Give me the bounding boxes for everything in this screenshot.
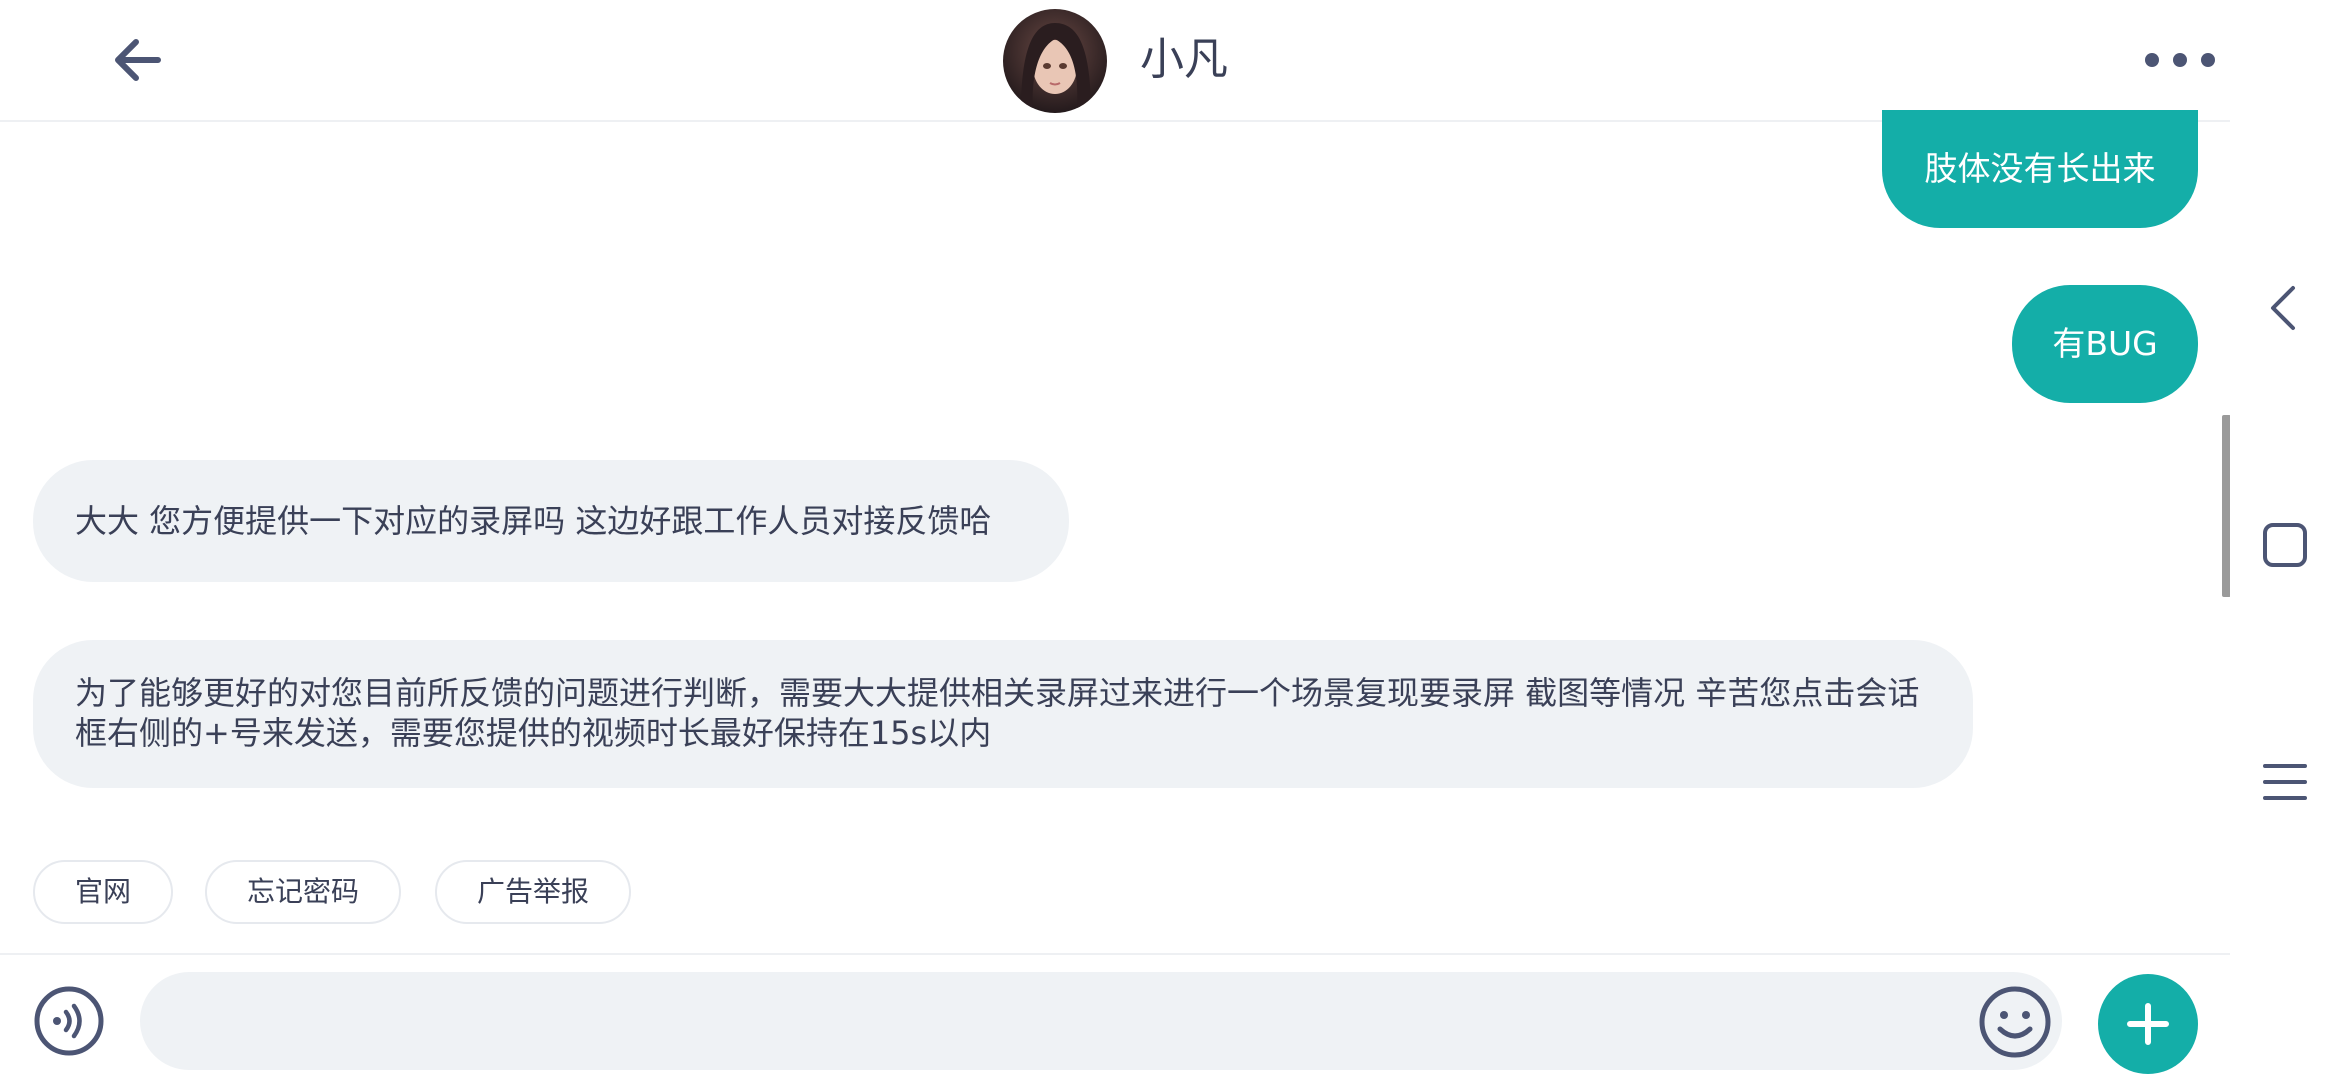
- outgoing-message[interactable]: 肢体没有长出来: [1882, 110, 2198, 228]
- message-text: 大大 您方便提供一下对应的录屏吗 这边好跟工作人员对接反馈哈: [75, 502, 992, 540]
- message-text: 为了能够更好的对您目前所反馈的问题进行判断，需要大大提供相关录屏过来进行一个场景…: [75, 674, 1920, 752]
- system-nav-bar: [2230, 0, 2340, 1080]
- chat-header: 小凡: [0, 0, 2230, 122]
- emoji-icon: [1979, 986, 2051, 1058]
- emoji-button[interactable]: [1978, 985, 2052, 1059]
- incoming-message[interactable]: 为了能够更好的对您目前所反馈的问题进行判断，需要大大提供相关录屏过来进行一个场景…: [33, 640, 1973, 788]
- input-bar: [0, 953, 2230, 1082]
- system-back-button[interactable]: [2255, 278, 2315, 338]
- system-recents-button[interactable]: [2255, 752, 2315, 812]
- chat-app: 小凡 肢体没有长出来 有BUG 大大 您方便提供一下对应的录屏吗 这边好跟工作人…: [0, 0, 2231, 1082]
- incoming-message[interactable]: 大大 您方便提供一下对应的录屏吗 这边好跟工作人员对接反馈哈: [33, 460, 1069, 582]
- message-text: 肢体没有长出来: [1924, 149, 2156, 188]
- quick-reply-chip[interactable]: 官网: [33, 860, 173, 924]
- back-button[interactable]: [108, 30, 168, 90]
- arrow-left-icon: [115, 39, 161, 81]
- system-home-button[interactable]: [2255, 515, 2315, 575]
- message-text: 有BUG: [2052, 324, 2158, 363]
- quick-reply-chip[interactable]: 广告举报: [435, 860, 631, 924]
- message-input[interactable]: [140, 972, 2062, 1070]
- quick-reply-chip[interactable]: 忘记密码: [205, 860, 401, 924]
- recents-icon: [2263, 764, 2307, 800]
- contact-name: 小凡: [1140, 34, 1228, 85]
- voice-button[interactable]: [33, 985, 105, 1057]
- home-icon: [2263, 523, 2307, 567]
- outgoing-message[interactable]: 有BUG: [2012, 285, 2198, 403]
- voice-icon: [34, 986, 104, 1056]
- more-button[interactable]: [2140, 40, 2220, 80]
- avatar-image: [1003, 9, 1107, 113]
- back-icon: [2271, 286, 2295, 330]
- avatar[interactable]: [1003, 9, 1107, 113]
- more-dots-icon: [2145, 53, 2215, 67]
- plus-icon: [2127, 1003, 2169, 1045]
- attach-plus-button[interactable]: [2098, 974, 2198, 1074]
